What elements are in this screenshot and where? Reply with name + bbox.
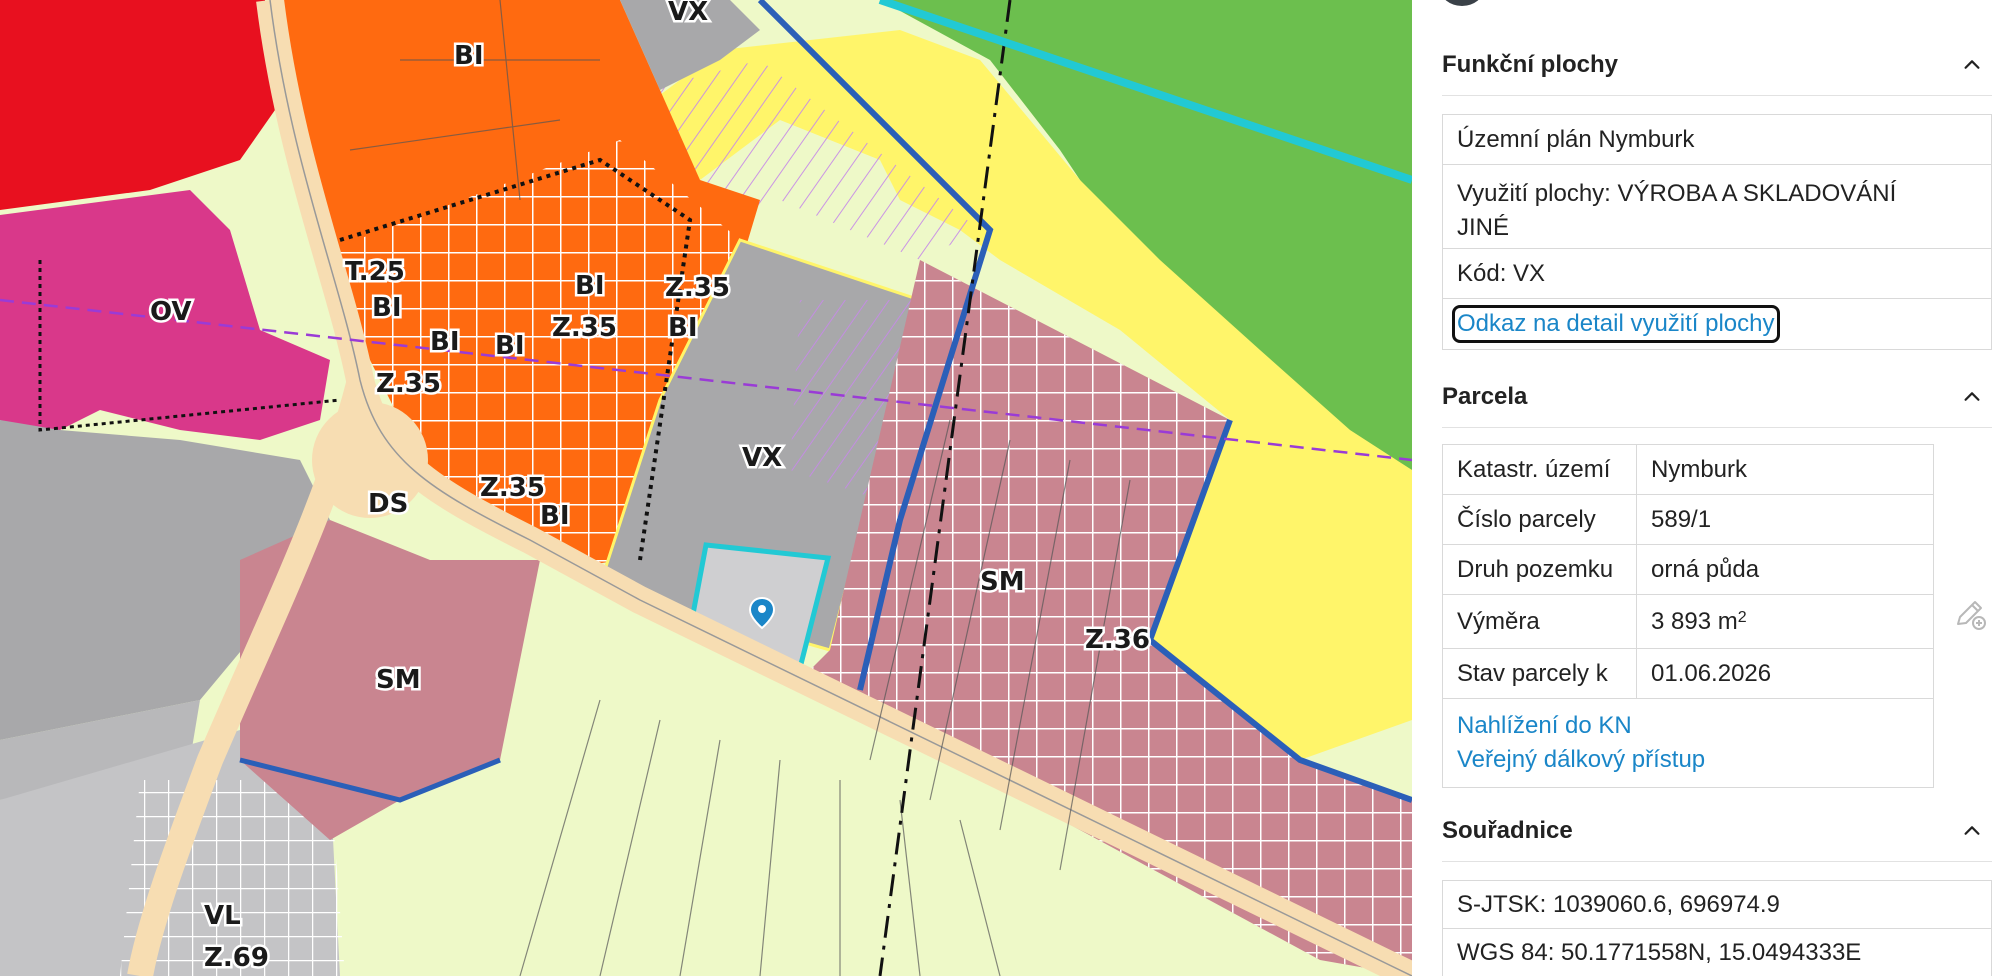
info-panel: Funkční plochy Územní plán Nymburk Využi… <box>1412 0 2000 976</box>
verejny-dalkovy-pristup-link[interactable]: Veřejný dálkový přístup <box>1457 746 1705 773</box>
zone-label: Z.35 <box>552 313 617 343</box>
parcel-value: 3 893 m2 <box>1637 595 1933 648</box>
parcel-row-number: Číslo parcely 589/1 <box>1443 495 1933 545</box>
parcel-value: 589/1 <box>1651 505 1712 533</box>
zone-label: BI <box>575 271 605 301</box>
zone-label: OV <box>150 297 192 327</box>
parcel-value: orná půda <box>1651 555 1760 583</box>
coordinates-table: S-JTSK: 1039060.6, 696974.9 WGS 84: 50.1… <box>1442 880 1992 976</box>
zone-label: T.25 <box>345 257 405 287</box>
funkcni-plochy-table: Územní plán Nymburk Využití plochy: VÝRO… <box>1442 114 1992 350</box>
zone-label: BI <box>372 293 402 323</box>
section-header-souradnice[interactable]: Souřadnice <box>1442 800 1992 862</box>
parcel-row-area: Výměra 3 893 m2 <box>1443 595 1933 649</box>
zone-label: Z.35 <box>376 369 441 399</box>
zone-label: BI <box>430 327 460 357</box>
zone-label: VL <box>204 901 241 931</box>
zone-label: VX <box>742 443 782 473</box>
detail-row: Odkaz na detail využití plochy <box>1443 299 1991 349</box>
zone-label: BI <box>495 331 525 361</box>
parcel-key: Výměra <box>1443 595 1637 648</box>
zone-label: BI <box>668 313 698 343</box>
zone-label: Z.35 <box>665 273 730 303</box>
zone-label: SM <box>980 567 1025 597</box>
chevron-up-icon[interactable] <box>1952 45 1992 85</box>
parcel-links: Nahlížení do KN Veřejný dálkový přístup <box>1443 699 1933 787</box>
pencil-edit-icon[interactable] <box>1952 596 1988 632</box>
land-use-line: Využití plochy: VÝROBA A SKLADOVÁNÍ <box>1457 180 1897 207</box>
area-value: 3 893 m <box>1651 607 1738 635</box>
section-title: Funkční plochy <box>1442 50 1619 78</box>
zone-label: BI <box>454 41 484 71</box>
parcel-key: Stav parcely k <box>1443 649 1637 698</box>
land-use-line: JINÉ <box>1457 214 1510 241</box>
nahlizeni-do-kn-link[interactable]: Nahlížení do KN <box>1457 712 1632 739</box>
coord-sjtsk: S-JTSK: 1039060.6, 696974.9 <box>1443 881 1991 929</box>
zone-label: SM <box>376 665 421 695</box>
map-view[interactable]: VX BI T.25 BI BI Z.35 Z.35 BI BI BI OV Z… <box>0 0 1412 976</box>
zone-label: Z.69 <box>204 943 269 973</box>
parcel-row-type: Druh pozemku orná půda <box>1443 545 1933 595</box>
section-header-parcela[interactable]: Parcela <box>1442 366 1992 428</box>
parcel-key: Druh pozemku <box>1443 545 1637 594</box>
avatar[interactable] <box>1440 0 1484 6</box>
coord-wgs84: WGS 84: 50.1771558N, 15.0494333E <box>1457 939 1862 966</box>
section-header-funkcni-plochy[interactable]: Funkční plochy <box>1442 34 1992 96</box>
zone-label: VX <box>668 0 708 27</box>
chevron-up-icon[interactable] <box>1952 811 1992 851</box>
chevron-up-icon[interactable] <box>1952 377 1992 417</box>
parcel-key: Číslo parcely <box>1443 495 1637 544</box>
land-use-code: Kód: VX <box>1443 249 1991 299</box>
plan-name: Územní plán Nymburk <box>1443 115 1991 165</box>
parcel-value: Nymburk <box>1651 455 1748 483</box>
parcel-key: Katastr. území <box>1443 445 1637 494</box>
section-title: Souřadnice <box>1442 816 1573 844</box>
section-title: Parcela <box>1442 382 1528 410</box>
parcel-table: Katastr. území Nymburk Číslo parcely 589… <box>1442 444 1934 788</box>
parcel-row-status-date: Stav parcely k 01.06.2026 <box>1443 649 1933 699</box>
zone-label: Z.36 <box>1085 625 1150 655</box>
zone-label: BI <box>540 501 570 531</box>
land-use-detail-link[interactable]: Odkaz na detail využití plochy <box>1452 305 1780 343</box>
area-unit-exponent: 2 <box>1737 608 1747 626</box>
zoning-map[interactable]: VX BI T.25 BI BI Z.35 Z.35 BI BI BI OV Z… <box>0 0 1412 976</box>
zone-label: Z.35 <box>480 473 545 503</box>
zone-label: DS <box>368 489 408 519</box>
parcel-row-cadastre: Katastr. území Nymburk <box>1443 445 1933 495</box>
land-use: Využití plochy: VÝROBA A SKLADOVÁNÍ JINÉ <box>1443 165 1991 249</box>
parcel-value: 01.06.2026 <box>1651 659 1772 687</box>
